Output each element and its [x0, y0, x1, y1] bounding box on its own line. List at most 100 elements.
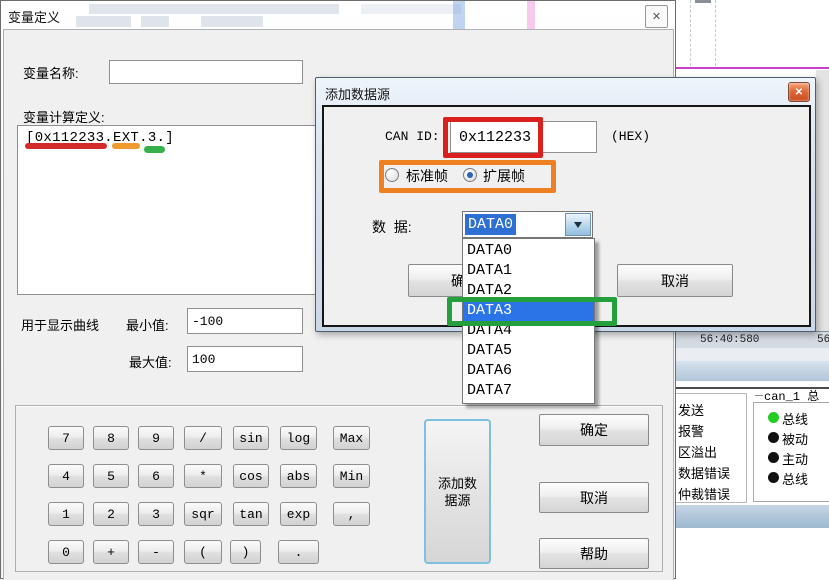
bus-status-label: 总线	[782, 409, 808, 427]
key-7[interactable]: 7	[48, 426, 84, 450]
background-ghost	[361, 4, 461, 14]
can-status-label-panel: 发送 报警 区溢出 数据错误 仲裁错误	[676, 393, 747, 503]
combo-dropdown-button[interactable]	[565, 213, 591, 236]
key-6[interactable]: 6	[138, 464, 174, 488]
status-label: 报警	[678, 421, 746, 442]
add-data-source-button-label: 据源	[444, 492, 470, 509]
timestamp: 56	[817, 334, 829, 346]
close-icon: ✕	[795, 87, 803, 98]
background-ghost	[527, 1, 535, 29]
green-underline-annotation	[144, 146, 165, 153]
dropdown-item[interactable]: DATA7	[463, 381, 594, 401]
key-lparen[interactable]: (	[184, 540, 222, 564]
bus-status-led	[768, 472, 779, 483]
variable-name-input[interactable]	[109, 60, 303, 84]
key-5[interactable]: 5	[93, 464, 129, 488]
curve-display-label: 用于显示曲线	[21, 315, 99, 334]
background-ghost	[141, 16, 169, 27]
bus-status-label: 主动	[782, 449, 808, 467]
red-annotation-box	[443, 117, 543, 158]
add-data-source-button-label: 添加数	[438, 475, 477, 492]
dialog-cancel-button[interactable]: 取消	[617, 264, 733, 297]
key-dot[interactable]: .	[278, 540, 319, 564]
key-plus[interactable]: +	[93, 540, 129, 564]
dropdown-item[interactable]: DATA6	[463, 361, 594, 381]
key-2[interactable]: 2	[93, 502, 129, 526]
timestamp: 56:40:580	[700, 334, 759, 346]
orange-underline-annotation	[112, 143, 140, 149]
background-ghost	[89, 4, 339, 14]
plot-gridline	[715, 0, 716, 66]
status-label: 区溢出	[678, 442, 746, 463]
red-underline-annotation	[25, 143, 107, 149]
max-value-input[interactable]	[187, 346, 303, 372]
bus-status-led	[768, 452, 779, 463]
background-ghost	[695, 0, 711, 3]
plot-gridline	[690, 0, 691, 66]
dropdown-item[interactable]: DATA0	[463, 241, 594, 261]
combobox-selected-value: DATA0	[465, 214, 516, 235]
data-combobox[interactable]: DATA0	[462, 211, 593, 238]
key-max[interactable]: Max	[333, 426, 370, 450]
bus-status-label: 被动	[782, 429, 808, 447]
variable-name-label: 变量名称:	[23, 63, 79, 82]
add-data-source-button[interactable]: 添加数 据源	[424, 419, 491, 564]
dialog-title: 添加数据源	[325, 84, 390, 103]
window-title: 变量定义	[8, 7, 60, 26]
hex-suffix-label: (HEX)	[611, 129, 650, 144]
dropdown-item[interactable]: DATA5	[463, 341, 594, 361]
calc-definition-label: 变量计算定义:	[23, 107, 105, 126]
key-tan[interactable]: tan	[233, 502, 269, 526]
data-label: 数 据:	[372, 217, 412, 237]
green-annotation-box	[447, 297, 617, 326]
key-min[interactable]: Min	[333, 464, 370, 488]
key-comma[interactable]: ,	[333, 502, 370, 526]
dropdown-item[interactable]: DATA1	[463, 261, 594, 281]
can-id-label: CAN ID:	[385, 129, 440, 144]
key-9[interactable]: 9	[138, 426, 174, 450]
key-sqr[interactable]: sqr	[184, 502, 222, 526]
key-minus[interactable]: -	[138, 540, 174, 564]
orange-annotation-box	[379, 160, 556, 193]
key-3[interactable]: 3	[138, 502, 174, 526]
min-value-label: 最小值:	[126, 315, 169, 334]
key-4[interactable]: 4	[48, 464, 84, 488]
key-cos[interactable]: cos	[233, 464, 269, 488]
key-sin[interactable]: sin	[233, 426, 269, 450]
bus-status-row: 主动	[768, 449, 829, 467]
status-label: 仲裁错误	[678, 484, 746, 503]
background-strip	[676, 348, 829, 361]
bus-status-led	[768, 412, 779, 423]
key-divide[interactable]: /	[184, 426, 222, 450]
bus-status-label: 总线	[782, 469, 808, 487]
background-ghost	[201, 16, 263, 27]
cancel-button[interactable]: 取消	[539, 482, 649, 513]
status-label: 数据错误	[678, 463, 746, 484]
min-value-input[interactable]	[187, 308, 303, 334]
bus-status-row: 总线	[768, 469, 829, 487]
bus-status-row: 总线	[768, 409, 829, 427]
key-multiply[interactable]: *	[184, 464, 222, 488]
key-abs[interactable]: abs	[280, 464, 317, 488]
close-icon: ✕	[652, 10, 661, 23]
key-rparen[interactable]: )	[230, 540, 261, 564]
key-1[interactable]: 1	[48, 502, 84, 526]
key-exp[interactable]: exp	[280, 502, 317, 526]
timeline-row: 56:40:580 56	[676, 331, 829, 348]
chevron-down-icon	[574, 222, 582, 228]
bus-status-led	[768, 432, 779, 443]
close-button[interactable]: ✕	[645, 5, 668, 28]
status-label: 发送	[678, 400, 746, 421]
help-button[interactable]: 帮助	[539, 538, 649, 569]
ok-button[interactable]: 确定	[539, 414, 649, 446]
key-0[interactable]: 0	[48, 540, 84, 564]
dialog-close-button[interactable]: ✕	[788, 82, 810, 102]
max-value-label: 最大值:	[129, 352, 172, 371]
key-8[interactable]: 8	[93, 426, 129, 450]
background-ghost	[76, 16, 131, 27]
bus-status-row: 被动	[768, 429, 829, 447]
key-log[interactable]: log	[280, 426, 317, 450]
background-statusbar	[676, 505, 829, 528]
groupbox-border	[755, 395, 763, 396]
background-toolbar-band	[676, 361, 829, 381]
